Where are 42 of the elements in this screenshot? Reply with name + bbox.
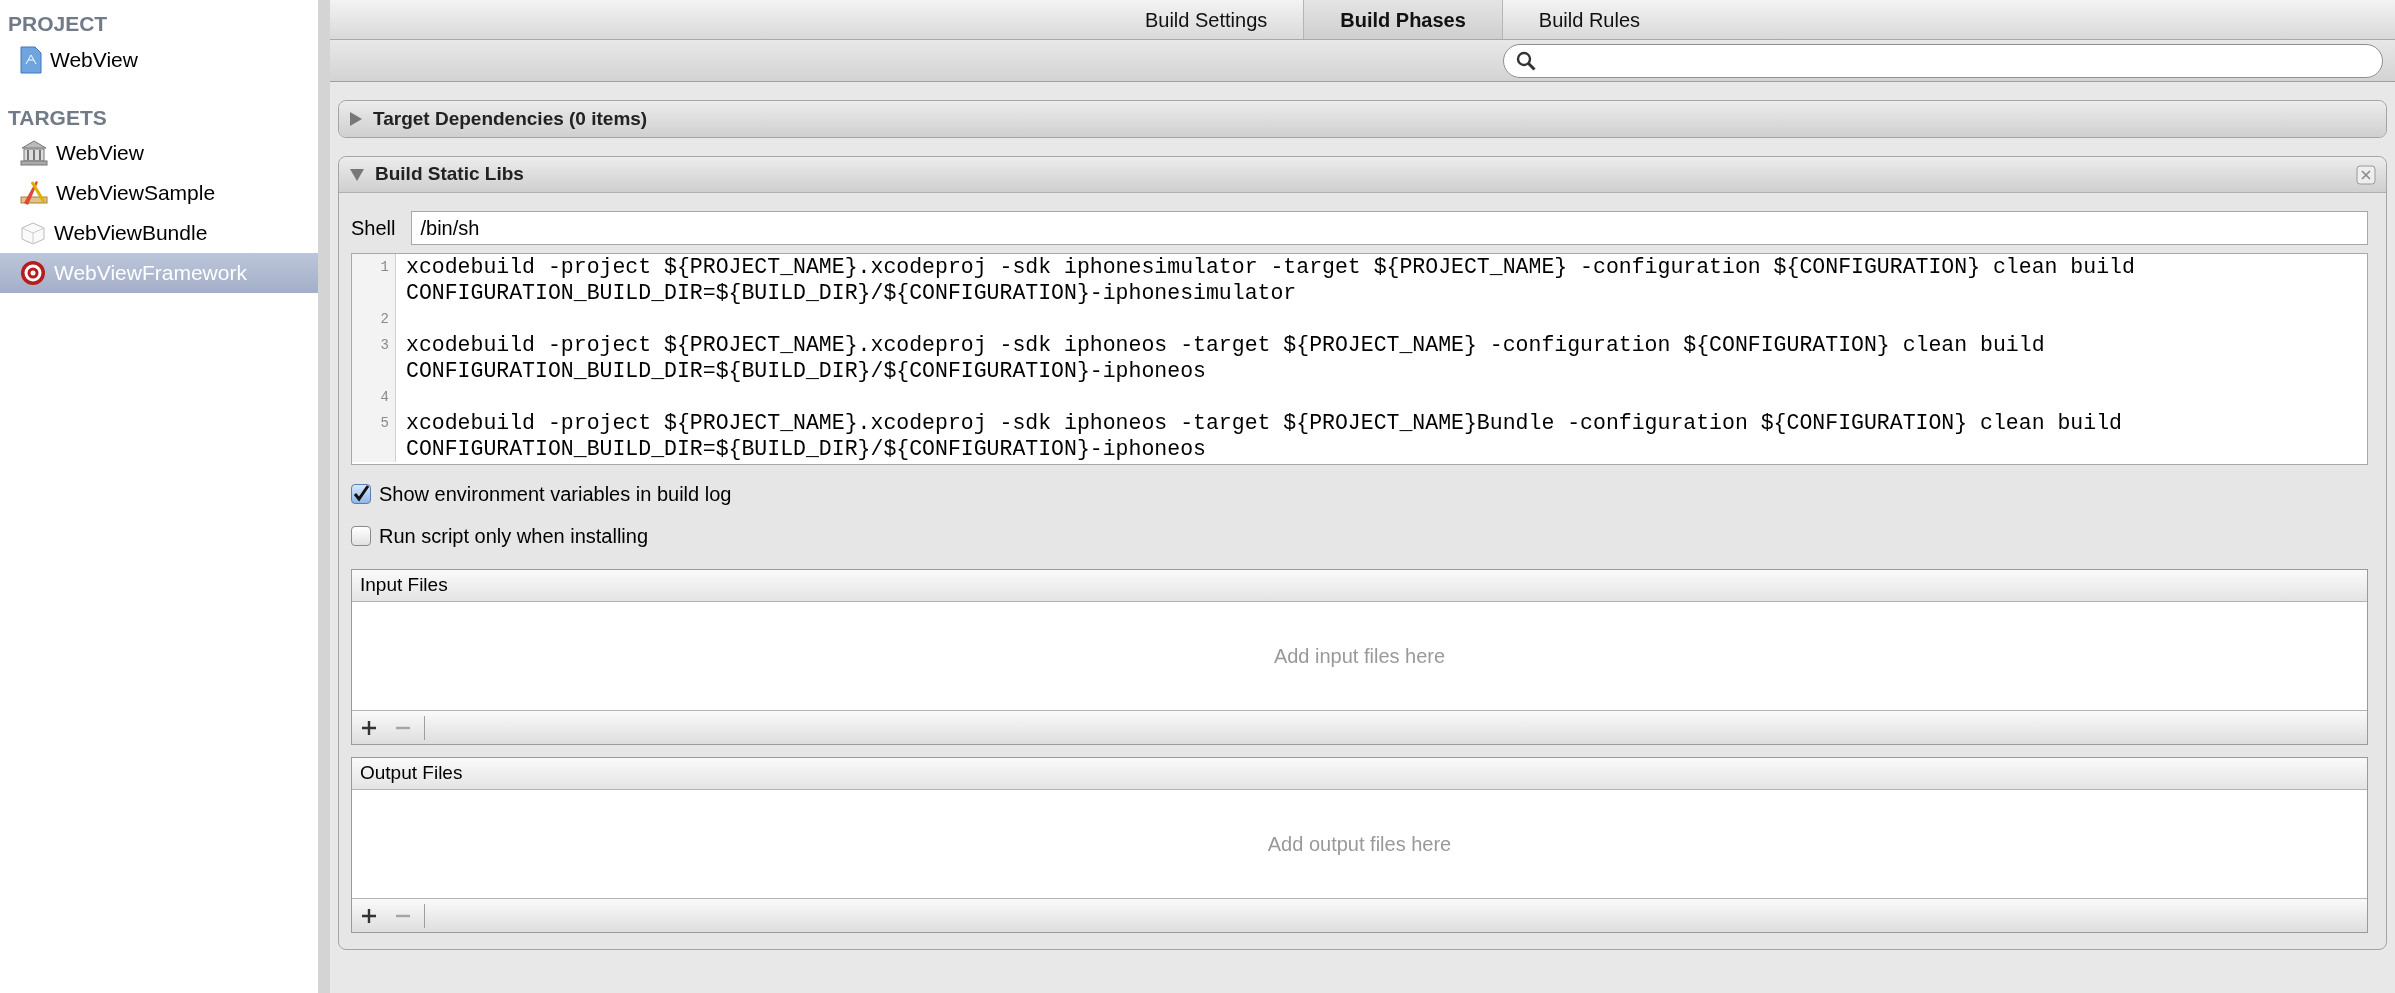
script-line: xcodebuild -project ${PROJECT_NAME}.xcodeproj -sdk iphoneos -target ${PROJECT_NAME} -configuration ${CONFIGURATION} clean build CONFIGURATION_BUILD_DIR=${BUILD_DIR}/${CONFIGURATION}-iphoneos — [405, 332, 2046, 384]
pencil-ruler-icon — [20, 179, 48, 207]
script-line: xcodebuild -project ${PROJECT_NAME}.xcodeproj -sdk iphoneos -target ${PROJECT_NAME}Bundle -configuration ${CONFIGURATION} clean build CONFIGURATION_BUILD_DIR=${BUILD_DIR}/${CONFIGURATION}-iphoneos — [405, 410, 2123, 462]
phase-title: Target Dependencies (0 items) — [373, 106, 649, 131]
sidebar-item[interactable]: WebView — [0, 133, 318, 173]
brick-icon — [20, 220, 46, 246]
collapsed-triangle-icon[interactable] — [349, 111, 363, 127]
list-header: Input Files — [360, 573, 448, 598]
line-number: 3 — [352, 332, 396, 384]
plus-icon[interactable] — [361, 907, 377, 924]
sidebar-item[interactable]: WebView — [0, 39, 318, 80]
line-number: 5 — [352, 410, 396, 462]
target-icon — [20, 260, 46, 286]
section-heading: TARGETS — [7, 104, 107, 131]
sidebar-item[interactable]: WebViewSample — [0, 173, 318, 213]
tab[interactable]: Build Rules — [1502, 0, 1677, 39]
script-line: xcodebuild -project ${PROJECT_NAME}.xcodeproj -sdk iphonesimulator -target ${PROJECT_NAME} -configuration ${CONFIGURATION} clean build CONFIGURATION_BUILD_DIR=${BUILD_DIR}/${CONFIGURATION}-iphonesimulator — [405, 254, 2136, 306]
checkbox-label: Run script only when installing — [379, 524, 649, 549]
empty-hint: Add input files here — [1273, 644, 1446, 669]
project-file-icon — [20, 45, 42, 74]
plus-icon[interactable] — [361, 719, 377, 736]
line-number: 1 — [352, 254, 396, 306]
phase-title: Build Static Libs — [375, 162, 525, 187]
tab[interactable]: Build Phases — [1303, 0, 1503, 39]
section-heading: PROJECT — [7, 11, 108, 37]
empty-hint: Add output files here — [1267, 832, 1452, 857]
tab[interactable]: Build Settings — [1108, 0, 1304, 39]
search-icon — [1516, 50, 1536, 71]
search-field[interactable] — [1503, 43, 2383, 78]
shell-label: Shell — [351, 216, 396, 241]
script-editor[interactable] — [351, 253, 2368, 465]
line-number: 4 — [352, 384, 396, 410]
list-header: Output Files — [360, 761, 463, 786]
checkbox[interactable] — [351, 526, 371, 546]
close-icon[interactable] — [2356, 164, 2376, 185]
shell-field[interactable]: /bin/sh — [411, 211, 2368, 245]
expanded-triangle-icon[interactable] — [349, 167, 365, 182]
building-icon — [20, 140, 48, 166]
checkbox-label: Show environment variables in build log — [379, 482, 732, 507]
checkbox[interactable] — [351, 484, 371, 504]
sidebar-item[interactable]: WebViewBundle — [0, 213, 318, 253]
line-number: 2 — [352, 306, 396, 332]
